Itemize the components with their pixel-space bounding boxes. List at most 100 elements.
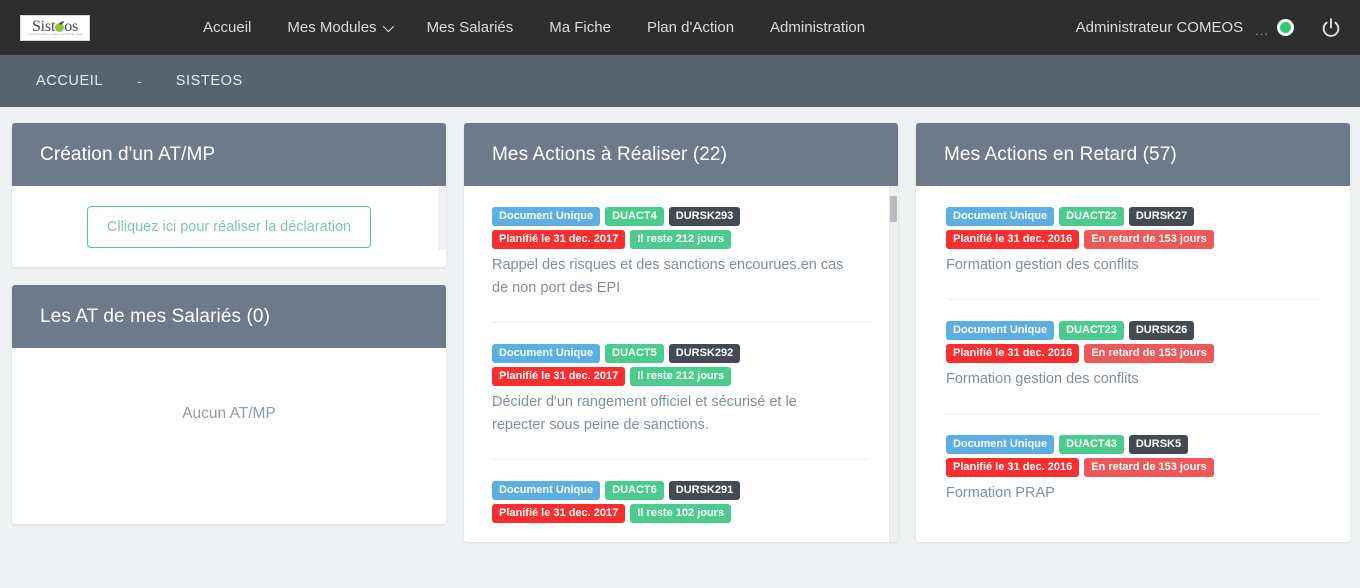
badge-action-code[interactable]: DUACT22 — [1059, 207, 1124, 226]
brand-tagline: SOLUTION INFORMATIQUE SANTE & SECURITE A… — [26, 33, 84, 36]
card-header: Mes Actions à Réaliser (22) — [464, 123, 898, 186]
card-body: Aucun AT/MP — [12, 348, 446, 524]
logout-button[interactable] — [1320, 17, 1342, 39]
action-description: Rappel des risques et des sanctions enco… — [492, 257, 844, 296]
action-list-item[interactable]: Document Unique DUACT4 DURSK293 Planifié… — [492, 186, 870, 323]
action-list-item[interactable]: Document Unique DUACT5 DURSK292 Planifié… — [492, 323, 870, 460]
nav-item-mes-modules[interactable]: Mes Modules — [269, 0, 408, 55]
nav-item-administration[interactable]: Administration — [752, 0, 883, 55]
online-status-indicator[interactable] — [1277, 19, 1294, 36]
card-title: Création d'un AT/MP — [40, 144, 216, 165]
top-navbar: Sist os SOLUTION INFORMATIQUE SANTE & SEC… — [0, 0, 1360, 55]
badge-planned-date[interactable]: Planifié le 31 dec. 2016 — [946, 458, 1080, 477]
badge-risk-code[interactable]: DURSK27 — [1128, 207, 1195, 226]
dashboard-columns: Création d'un AT/MP Clliquez ici pour ré… — [0, 107, 1360, 560]
card-body: Document Unique DUACT4 DURSK293 Planifié… — [464, 186, 898, 542]
badge-risk-code[interactable]: DURSK292 — [668, 344, 741, 363]
badge-row-schedule: Planifié le 31 dec. 2017 Il reste 212 jo… — [492, 230, 870, 249]
column-middle: Mes Actions à Réaliser (22) Document Uni… — [464, 123, 898, 560]
badge-row-schedule: Planifié le 31 dec. 2017 Il reste 102 jo… — [492, 504, 870, 523]
card-body: Clliquez ici pour réaliser la déclaratio… — [12, 186, 446, 267]
main-nav: Accueil Mes Modules Mes Salariés Ma Fich… — [185, 0, 883, 55]
badge-overdue-days[interactable]: En retard de 153 jours — [1084, 344, 1214, 363]
empty-state-text: Aucun AT/MP — [182, 405, 276, 422]
badge-action-code[interactable]: DUACT43 — [1059, 435, 1124, 454]
apple-icon — [55, 22, 65, 32]
nav-item-plan-daction[interactable]: Plan d'Action — [629, 0, 752, 55]
badge-category[interactable]: Document Unique — [946, 321, 1055, 340]
card-actions-en-retard: Mes Actions en Retard (57) Document Uniq… — [916, 123, 1350, 542]
card-header: Les AT de mes Salariés (0) — [12, 285, 446, 348]
badge-row-primary: Document Unique DUACT22 DURSK27 — [946, 207, 1320, 226]
badge-planned-date[interactable]: Planifié le 31 dec. 2016 — [946, 230, 1080, 249]
breadcrumb-separator: - — [137, 73, 142, 89]
badge-row-schedule: Planifié le 31 dec. 2017 Il reste 212 jo… — [492, 367, 870, 386]
badge-overdue-days[interactable]: En retard de 153 jours — [1084, 458, 1214, 477]
breadcrumb-item-accueil[interactable]: ACCUEIL — [36, 73, 103, 89]
badge-category[interactable]: Document Unique — [492, 344, 601, 363]
nav-item-mes-salaries[interactable]: Mes Salariés — [409, 0, 532, 55]
nav-label: Plan d'Action — [646, 19, 735, 36]
badge-remaining-days[interactable]: Il reste 102 jours — [630, 504, 732, 523]
badge-row-primary: Document Unique DUACT23 DURSK26 — [946, 321, 1320, 340]
badge-action-code[interactable]: DUACT4 — [605, 207, 664, 226]
chevron-down-icon — [382, 20, 394, 32]
nav-item-accueil[interactable]: Accueil — [185, 0, 269, 55]
action-list-item[interactable]: Document Unique DUACT23 DURSK26 Planifié… — [946, 300, 1320, 414]
badge-planned-date[interactable]: Planifié le 31 dec. 2017 — [492, 230, 626, 249]
badge-row-primary: Document Unique DUACT5 DURSK292 — [492, 344, 870, 363]
badge-risk-code[interactable]: DURSK291 — [668, 481, 741, 500]
badge-risk-code[interactable]: DURSK5 — [1128, 435, 1189, 454]
badge-row-primary: Document Unique DUACT43 DURSK5 — [946, 435, 1320, 454]
card-header: Mes Actions en Retard (57) — [916, 123, 1350, 186]
declaration-button[interactable]: Clliquez ici pour réaliser la déclaratio… — [86, 205, 372, 248]
badge-row-primary: Document Unique DUACT6 DURSK291 — [492, 481, 870, 500]
card-scrollbar-thumb[interactable] — [890, 196, 897, 222]
card-title: Les AT de mes Salariés (0) — [40, 306, 270, 327]
card-actions-a-realiser: Mes Actions à Réaliser (22) Document Uni… — [464, 123, 898, 542]
power-icon — [1322, 17, 1340, 37]
nav-item-ma-fiche[interactable]: Ma Fiche — [531, 0, 629, 55]
action-description: Formation gestion des conflits — [946, 371, 1139, 387]
badge-planned-date[interactable]: Planifié le 31 dec. 2016 — [946, 344, 1080, 363]
card-header: Création d'un AT/MP — [12, 123, 446, 186]
card-title: Mes Actions en Retard (57) — [944, 144, 1177, 165]
badge-planned-date[interactable]: Planifié le 31 dec. 2017 — [492, 504, 626, 523]
card-at-mes-salaries: Les AT de mes Salariés (0) Aucun AT/MP — [12, 285, 446, 524]
current-user-label[interactable]: Administrateur COMEOS — [1076, 19, 1244, 36]
nav-label: Mes Modules — [287, 19, 377, 36]
more-options-icon[interactable]: ... — [1255, 23, 1269, 38]
brand-text-after: os — [64, 17, 79, 35]
badge-row-schedule: Planifié le 31 dec. 2016 En retard de 15… — [946, 344, 1320, 363]
column-right: Mes Actions en Retard (57) Document Uniq… — [916, 123, 1350, 560]
sisteos-logo[interactable]: Sist os SOLUTION INFORMATIQUE SANTE & SEC… — [20, 14, 90, 41]
card-title: Mes Actions à Réaliser (22) — [492, 144, 728, 165]
badge-planned-date[interactable]: Planifié le 31 dec. 2017 — [492, 367, 626, 386]
card-scrollbar-track[interactable] — [438, 186, 446, 250]
badge-overdue-days[interactable]: En retard de 153 jours — [1084, 230, 1214, 249]
badge-risk-code[interactable]: DURSK293 — [668, 207, 741, 226]
badge-category[interactable]: Document Unique — [492, 207, 601, 226]
action-list-item[interactable]: Document Unique DUACT6 DURSK291 Planifié… — [492, 460, 870, 542]
badge-row-schedule: Planifié le 31 dec. 2016 En retard de 15… — [946, 458, 1320, 477]
badge-remaining-days[interactable]: Il reste 212 jours — [630, 367, 732, 386]
action-description: Formation gestion des conflits — [946, 257, 1139, 273]
status-dot-icon — [1280, 22, 1291, 33]
badge-category[interactable]: Document Unique — [946, 435, 1055, 454]
card-scrollbar-track[interactable] — [889, 186, 898, 542]
badge-category[interactable]: Document Unique — [492, 481, 601, 500]
nav-label: Ma Fiche — [549, 19, 611, 36]
badge-category[interactable]: Document Unique — [946, 207, 1055, 226]
breadcrumb: ACCUEIL - SISTEOS — [0, 55, 1360, 107]
badge-remaining-days[interactable]: Il reste 212 jours — [630, 230, 732, 249]
badge-risk-code[interactable]: DURSK26 — [1128, 321, 1195, 340]
badge-action-code[interactable]: DUACT6 — [605, 481, 664, 500]
badge-action-code[interactable]: DUACT5 — [605, 344, 664, 363]
badge-row-primary: Document Unique DUACT4 DURSK293 — [492, 207, 870, 226]
column-left: Création d'un AT/MP Clliquez ici pour ré… — [12, 123, 446, 542]
action-list-item[interactable]: Document Unique DUACT43 DURSK5 Planifié … — [946, 414, 1320, 527]
action-description: Formation PRAP — [946, 485, 1055, 501]
nav-label: Accueil — [203, 19, 252, 36]
action-list-item[interactable]: Document Unique DUACT22 DURSK27 Planifié… — [946, 186, 1320, 300]
badge-action-code[interactable]: DUACT23 — [1059, 321, 1124, 340]
